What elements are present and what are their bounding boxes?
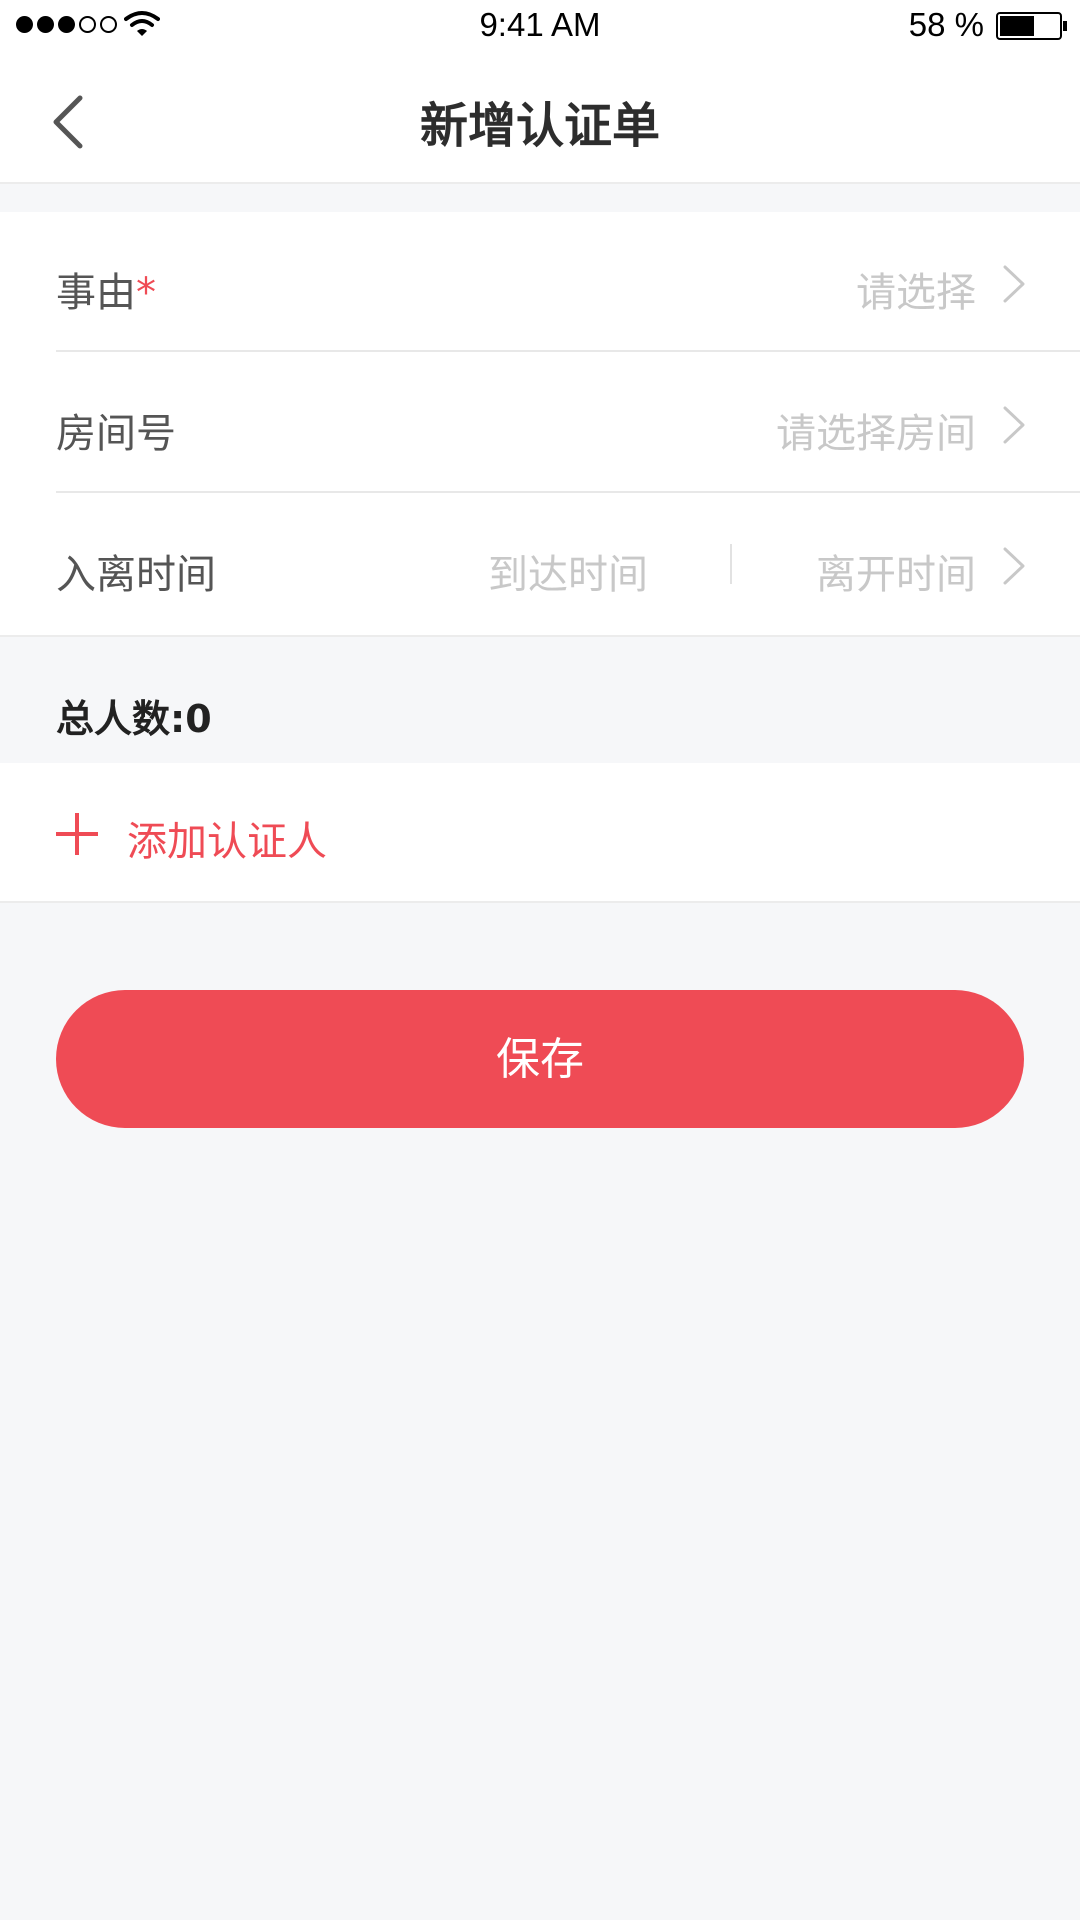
status-bar: 9:41 AM 58 % (0, 0, 1080, 50)
time-separator (730, 544, 732, 584)
battery-icon (996, 12, 1067, 40)
row-divider (56, 491, 1080, 493)
stay-time-row: 入离时间 到达时间 离开时间 (0, 494, 1080, 634)
departure-time-field[interactable]: 离开时间 (816, 542, 976, 600)
reason-label: 事由* (56, 270, 156, 316)
chevron-right-icon (1003, 265, 1025, 303)
room-row[interactable]: 房间号 请选择房间 (0, 353, 1080, 493)
plus-icon (56, 813, 98, 855)
stay-time-label: 入离时间 (56, 552, 216, 598)
total-people-count: 总人数:0 (56, 697, 212, 741)
battery-percent: 58 % (908, 6, 984, 43)
reason-placeholder: 请选择 (856, 270, 976, 316)
page-title: 新增认证单 (419, 98, 660, 154)
chevron-right-icon (1003, 547, 1025, 585)
row-divider (56, 350, 1080, 352)
nav-bar: 新增认证单 (0, 50, 1080, 184)
room-placeholder: 请选择房间 (776, 411, 976, 457)
chevron-right-icon (1003, 406, 1025, 444)
add-certifier-label: 添加认证人 (127, 819, 327, 865)
form-card: 事由* 请选择 房间号 请选择房间 入离时间 到达时间 离开时间 (0, 212, 1080, 637)
arrival-time-field[interactable]: 到达时间 (488, 542, 648, 600)
save-button[interactable]: 保存 (56, 990, 1024, 1128)
required-mark: * (136, 270, 156, 316)
add-certifier-button[interactable]: 添加认证人 (0, 763, 1080, 903)
room-label: 房间号 (56, 411, 176, 457)
reason-row[interactable]: 事由* 请选择 (0, 212, 1080, 352)
